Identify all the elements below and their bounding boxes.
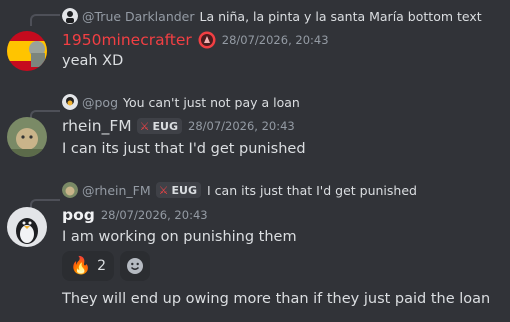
smile-icon xyxy=(127,258,144,274)
username[interactable]: pog xyxy=(62,206,95,224)
username[interactable]: rhein_FM xyxy=(62,117,132,135)
mini-avatar xyxy=(62,182,78,198)
reply-preview[interactable]: @rhein_FM ⚔ EUG I can its just that I'd … xyxy=(62,181,417,199)
message-text: yeah XD xyxy=(62,53,124,69)
avatar[interactable] xyxy=(7,207,47,247)
avatar[interactable] xyxy=(7,117,47,157)
add-reaction-button[interactable] xyxy=(120,251,151,281)
guild-tag-label: EUG xyxy=(171,183,198,197)
reply-author[interactable]: @rhein_FM xyxy=(82,183,151,198)
message-text: I can its just that I'd get punished xyxy=(62,141,306,157)
reply-preview[interactable]: @True Darklander La niña, la pinta y la … xyxy=(62,7,482,25)
reply-text: You can't just not pay a loan xyxy=(123,94,300,110)
reply-author[interactable]: @True Darklander xyxy=(82,9,195,24)
guild-tag[interactable]: ⚔ EUG xyxy=(136,118,182,134)
avatar[interactable] xyxy=(7,31,47,71)
guild-tag-label: EUG xyxy=(152,119,178,133)
role-icon xyxy=(198,31,216,49)
reply-preview[interactable]: @pog You can't just not pay a loan xyxy=(62,93,300,111)
username[interactable]: 1950minecrafter xyxy=(62,31,192,49)
timestamp: 28/07/2026, 20:43 xyxy=(100,208,208,222)
timestamp: 28/07/2026, 20:43 xyxy=(188,119,295,133)
reply-text: I can its just that I'd get punished xyxy=(207,182,417,198)
mini-avatar xyxy=(62,94,78,110)
message-text: I am working on punishing them xyxy=(62,229,297,245)
reply-author[interactable]: @pog xyxy=(82,95,118,110)
followup-message-text: They will end up owing more than if they… xyxy=(62,291,491,307)
timestamp: 28/07/2026, 20:43 xyxy=(221,33,329,47)
sword-icon: ⚔ xyxy=(139,119,150,133)
reaction-count: 2 xyxy=(97,258,107,274)
reply-spine xyxy=(30,14,60,26)
mini-avatar xyxy=(62,8,78,24)
reaction-fire[interactable]: 🔥 2 xyxy=(62,251,115,281)
fire-icon: 🔥 xyxy=(70,256,92,276)
sword-icon: ⚔ xyxy=(158,183,169,197)
reply-text: La niña, la pinta y la santa María botto… xyxy=(199,8,482,24)
guild-tag[interactable]: ⚔ EUG xyxy=(155,182,202,198)
reactions-bar: 🔥 2 xyxy=(62,251,151,281)
